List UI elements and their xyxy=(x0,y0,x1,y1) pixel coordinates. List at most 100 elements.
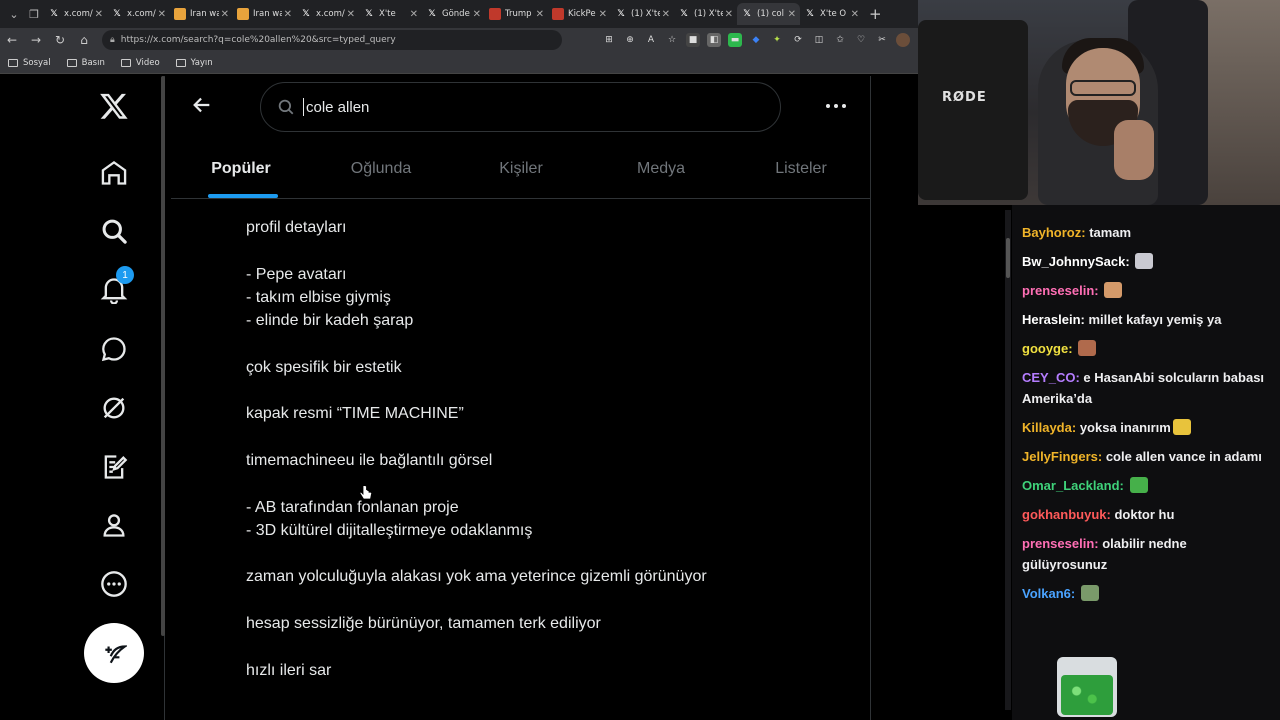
x-favicon-icon: 𝕏 xyxy=(617,9,625,19)
close-tab-icon[interactable]: ✕ xyxy=(536,9,544,20)
chat-username[interactable]: Volkan6 xyxy=(1022,586,1071,601)
close-tab-icon[interactable]: ✕ xyxy=(95,9,103,20)
more-options-circle-icon[interactable] xyxy=(96,566,132,602)
chat-username[interactable]: prenseselin xyxy=(1022,283,1094,298)
profile-avatar-icon[interactable] xyxy=(896,33,910,47)
chat-username[interactable]: CEY_CO xyxy=(1022,370,1075,385)
sync-icon[interactable]: ⟳ xyxy=(791,33,805,47)
bookmark-folder-yayin[interactable]: Yayın xyxy=(175,58,213,68)
explore-search-icon[interactable] xyxy=(96,213,132,249)
post-body-text: profil detayları - Pepe avatarı - takım el… xyxy=(246,216,846,682)
articles-pen-icon[interactable] xyxy=(96,449,132,485)
home-icon[interactable]: ⌂ xyxy=(72,33,96,47)
tab-popular[interactable]: Popüler xyxy=(171,139,311,198)
chat-username[interactable]: Bw_JohnnySack xyxy=(1022,254,1125,269)
browser-tab[interactable]: 𝕏 Gönde ✕ xyxy=(422,3,485,25)
tab-latest[interactable]: Oğlunda xyxy=(311,139,451,198)
close-tab-icon[interactable]: ✕ xyxy=(788,9,796,20)
extension-icon[interactable]: ▬ xyxy=(728,33,742,47)
browser-tab[interactable]: 𝕏 X'te ✕ xyxy=(359,3,422,25)
forward-arrow-icon[interactable]: → xyxy=(24,33,48,47)
chat-scrollbar[interactable] xyxy=(1005,210,1011,710)
close-tab-icon[interactable]: ✕ xyxy=(725,9,733,20)
chat-username[interactable]: JellyFingers xyxy=(1022,449,1098,464)
close-tab-icon[interactable]: ✕ xyxy=(473,9,481,20)
bookmark-folder-basin[interactable]: Basın xyxy=(66,58,105,68)
back-arrow-icon[interactable]: ← xyxy=(0,33,24,47)
chat-username[interactable]: Omar_Lackland xyxy=(1022,478,1120,493)
browser-tab[interactable]: 𝕏x.com/i ✕ xyxy=(107,3,170,25)
browser-tab[interactable]: 𝕏 (1) X'te ✕ xyxy=(674,3,737,25)
more-dots-icon[interactable] xyxy=(821,96,851,116)
feather-plus-icon xyxy=(105,645,127,664)
chat-username[interactable]: Killayda xyxy=(1022,420,1072,435)
close-tab-icon[interactable]: ✕ xyxy=(662,9,670,20)
search-input[interactable]: cole allen xyxy=(260,82,781,132)
x-favicon-icon: 𝕏 xyxy=(743,9,751,19)
read-aloud-icon[interactable]: A xyxy=(644,33,658,47)
close-tab-icon[interactable]: ✕ xyxy=(599,9,607,20)
chat-text: millet kafayı yemiş ya xyxy=(1088,312,1222,327)
profile-person-icon[interactable] xyxy=(96,507,132,543)
grok-slash-icon[interactable] xyxy=(96,390,132,426)
tab-people[interactable]: Kişiler xyxy=(451,139,591,198)
tab-title: x.com/i xyxy=(316,9,345,19)
close-tab-icon[interactable]: ✕ xyxy=(284,9,292,20)
tab-title: KickPe xyxy=(568,9,596,19)
close-tab-icon[interactable]: ✕ xyxy=(410,9,418,20)
browser-tab[interactable]: 𝕏 X'te O ✕ xyxy=(800,3,863,25)
back-arrow-icon[interactable] xyxy=(191,94,215,118)
favorites-icon[interactable]: ✩ xyxy=(833,33,847,47)
bookmark-folder-video[interactable]: Video xyxy=(120,58,160,68)
extension-icon[interactable]: ■ xyxy=(686,33,700,47)
tab-title: (1) X'te xyxy=(694,9,723,19)
tab-actions-icon[interactable]: ❐ xyxy=(24,4,44,24)
post-line: profil detayları xyxy=(246,219,347,236)
chat-username[interactable]: gooyge xyxy=(1022,341,1068,356)
screenshot-icon[interactable]: ✂ xyxy=(875,33,889,47)
home-nav-icon[interactable] xyxy=(96,155,132,191)
url-field[interactable]: 🔒︎ https://x.com/search?q=cole%20allen%2… xyxy=(102,30,562,50)
page-scrollbar[interactable] xyxy=(161,76,165,636)
browser-tab[interactable]: 𝕏 (1) X'te ✕ xyxy=(611,3,674,25)
new-tab-button[interactable]: + xyxy=(869,5,882,23)
browser-tab[interactable]: KickPe ✕ xyxy=(548,3,611,25)
chat-separator: : xyxy=(1070,586,1079,601)
app-grid-icon[interactable]: ⊞ xyxy=(602,33,616,47)
bookmark-folder-sosyal[interactable]: Sosyal xyxy=(8,58,51,68)
tab-list-chevron-icon[interactable]: ⌄ xyxy=(4,4,24,24)
extension-icon[interactable]: ◧ xyxy=(707,33,721,47)
notifications-bell-icon[interactable]: 1 xyxy=(96,266,134,308)
chat-scroll-thumb[interactable] xyxy=(1006,238,1010,278)
chat-username[interactable]: Heraslein xyxy=(1022,312,1081,327)
close-tab-icon[interactable]: ✕ xyxy=(347,9,355,20)
favorite-star-icon[interactable]: ☆ xyxy=(665,33,679,47)
x-logo-icon[interactable] xyxy=(96,88,132,124)
split-screen-icon[interactable]: ◫ xyxy=(812,33,826,47)
streamer-glasses xyxy=(1070,80,1136,96)
close-tab-icon[interactable]: ✕ xyxy=(158,9,166,20)
browser-tab[interactable]: 𝕏x.com/i ✕ xyxy=(296,3,359,25)
browser-tab[interactable]: Trump ✕ xyxy=(485,3,548,25)
compose-post-button[interactable] xyxy=(84,623,144,683)
bookmarks-bar: Sosyal Basın Video Yayın xyxy=(0,52,918,74)
extension-icon[interactable]: ◆ xyxy=(749,33,763,47)
chat-username[interactable]: gokhanbuyuk xyxy=(1022,507,1107,522)
extension-icon[interactable]: ✦ xyxy=(770,33,784,47)
zoom-icon[interactable]: ⊕ xyxy=(623,33,637,47)
reload-icon[interactable]: ↻ xyxy=(48,33,72,47)
chat-emote-icon xyxy=(1172,419,1191,435)
chat-username[interactable]: Bayhoroz xyxy=(1022,225,1081,240)
close-tab-icon[interactable]: ✕ xyxy=(221,9,229,20)
tab-lists[interactable]: Listeler xyxy=(731,139,871,198)
browser-tab[interactable]: 𝕏 (1) col ✕ xyxy=(737,3,800,25)
close-tab-icon[interactable]: ✕ xyxy=(851,9,859,20)
tab-media[interactable]: Medya xyxy=(591,139,731,198)
collections-icon[interactable]: ♡ xyxy=(854,33,868,47)
messages-bubble-icon[interactable] xyxy=(96,331,132,367)
chat-gutter xyxy=(918,205,1005,720)
chat-username[interactable]: prenseselin xyxy=(1022,536,1094,551)
browser-tab[interactable]: 𝕏x.com/i ✕ xyxy=(44,3,107,25)
browser-tab[interactable]: Iran wa ✕ xyxy=(170,3,233,25)
browser-tab[interactable]: Iran wa ✕ xyxy=(233,3,296,25)
